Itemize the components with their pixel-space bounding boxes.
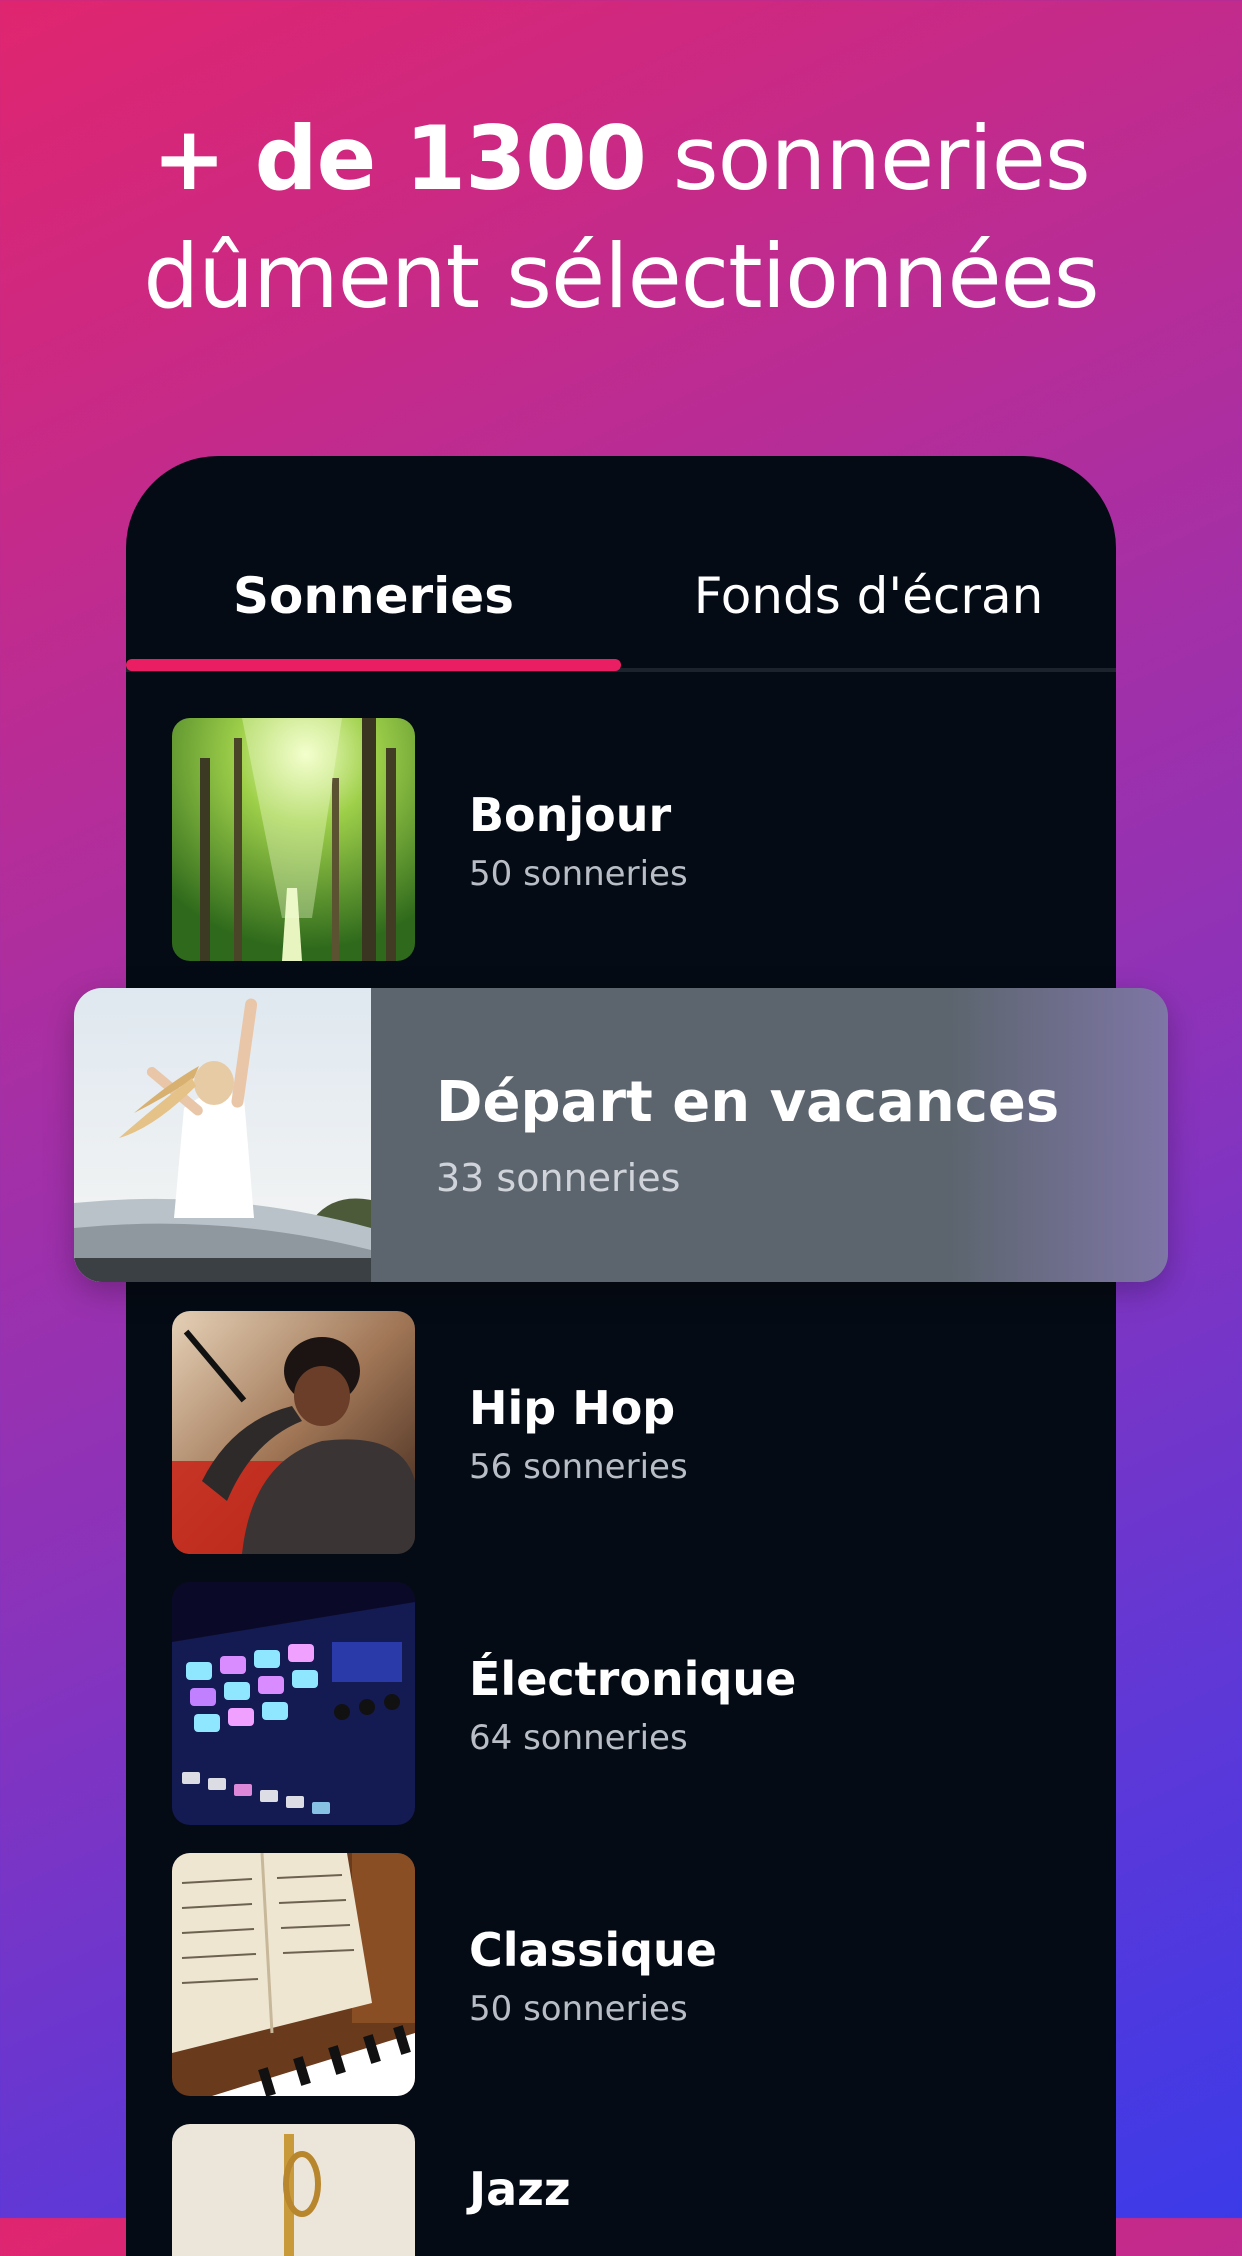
trumpet-image bbox=[172, 2124, 415, 2256]
headline: + de 1300 sonneries dûment sélectionnées bbox=[0, 100, 1242, 336]
category-row-electronique[interactable]: Électronique 64 sonneries bbox=[172, 1582, 1072, 1825]
phone-screen: Sonneries Fonds d'écran Bonjour 50 sonne… bbox=[126, 456, 1116, 2256]
drum-pad-controller-image bbox=[172, 1582, 415, 1825]
tab-bar: Sonneries Fonds d'écran bbox=[126, 456, 1116, 672]
category-card-depart-en-vacances[interactable]: Départ en vacances 33 sonneries bbox=[74, 988, 1168, 1282]
headline-line-1: + de 1300 sonneries bbox=[0, 100, 1242, 218]
category-title: Départ en vacances bbox=[436, 1070, 1060, 1135]
category-row-hip-hop[interactable]: Hip Hop 56 sonneries bbox=[172, 1311, 1072, 1554]
category-count: 33 sonneries bbox=[436, 1156, 681, 1200]
category-count: 56 sonneries bbox=[469, 1447, 688, 1487]
woman-on-car-roof-image bbox=[74, 988, 371, 1282]
headline-line-2: dûment sélectionnées bbox=[143, 225, 1099, 328]
rapper-singing-image bbox=[172, 1311, 415, 1554]
forest-sunlight-image bbox=[172, 718, 415, 961]
category-title: Classique bbox=[469, 1923, 717, 1977]
tab-fonds-ecran[interactable]: Fonds d'écran bbox=[621, 556, 1116, 636]
category-row-bonjour[interactable]: Bonjour 50 sonneries bbox=[172, 718, 1072, 961]
tab-sonneries[interactable]: Sonneries bbox=[126, 556, 621, 636]
category-title: Électronique bbox=[469, 1652, 797, 1706]
category-count: 50 sonneries bbox=[469, 1989, 688, 2029]
category-count: 64 sonneries bbox=[469, 1718, 688, 1758]
category-title: Hip Hop bbox=[469, 1381, 676, 1435]
category-row-classique[interactable]: Classique 50 sonneries bbox=[172, 1853, 1072, 2096]
category-title: Jazz bbox=[469, 2162, 571, 2216]
category-count: 50 sonneries bbox=[469, 854, 688, 894]
category-title: Bonjour bbox=[469, 788, 672, 842]
tab-active-indicator bbox=[126, 659, 621, 671]
headline-highlight: + de 1300 bbox=[152, 107, 647, 210]
category-row-jazz[interactable]: Jazz bbox=[172, 2124, 1072, 2256]
piano-sheet-music-image bbox=[172, 1853, 415, 2096]
headline-rest: sonneries bbox=[645, 107, 1091, 210]
